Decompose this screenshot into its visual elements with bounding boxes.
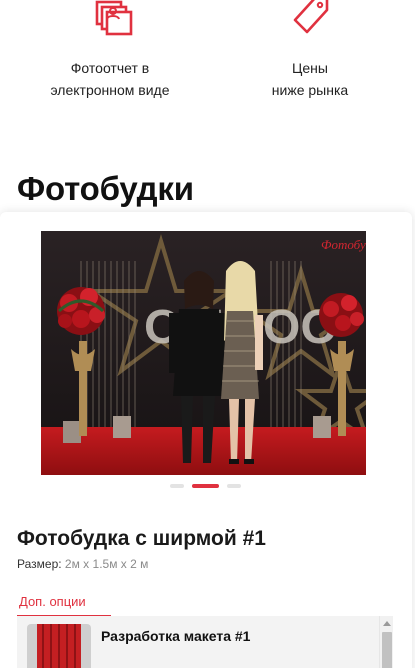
feature-low-prices-line2: ниже рынка <box>271 82 349 98</box>
gallery-photo-art: OLL OO Фотобудка <box>41 231 366 475</box>
product-title: Фотобудка с ширмой #1 <box>17 527 266 550</box>
option-title[interactable]: Разработка макета #1 <box>101 628 250 644</box>
section-title: Фотобудки <box>17 170 194 207</box>
options-list: Разработка макета #1 <box>17 616 393 668</box>
product-size-label: Размер: <box>17 557 62 571</box>
feature-photo-report: Фотоотчет в электронном виде <box>10 0 210 101</box>
carousel-dot-3[interactable] <box>227 484 241 488</box>
scroll-up-arrow-icon[interactable] <box>383 621 391 626</box>
feature-low-prices-line1: Цены <box>292 60 328 76</box>
carousel-dot-2[interactable] <box>192 484 219 488</box>
feature-photo-report-line1: Фотоотчет в <box>70 60 150 76</box>
tab-extra-options[interactable]: Доп. опции <box>17 594 111 616</box>
price-tag-icon <box>293 0 329 34</box>
gallery-watermark: Фотобудка <box>321 237 366 252</box>
feature-photo-report-line2: электронном виде <box>50 82 170 98</box>
carousel-dots <box>0 484 412 490</box>
gallery-image[interactable]: OLL OO Фотобудка <box>41 231 366 475</box>
feature-low-prices: Цены ниже рынка <box>210 0 410 101</box>
scrollbar-thumb[interactable] <box>382 632 392 668</box>
options-scrollbar[interactable] <box>379 616 393 668</box>
product-size: Размер: 2м x 1.5м x 2 м <box>17 557 148 571</box>
product-card: OLL OO Фотобудка <box>0 212 412 668</box>
carousel-dot-1[interactable] <box>170 484 184 488</box>
curtain-thumbnail <box>27 624 91 668</box>
features-row: Фотоотчет в электронном виде Цены ниже р… <box>0 0 415 110</box>
photo-report-icon <box>95 0 133 36</box>
product-size-value: 2м x 1.5м x 2 м <box>64 557 149 571</box>
option-thumbnail <box>27 624 91 668</box>
